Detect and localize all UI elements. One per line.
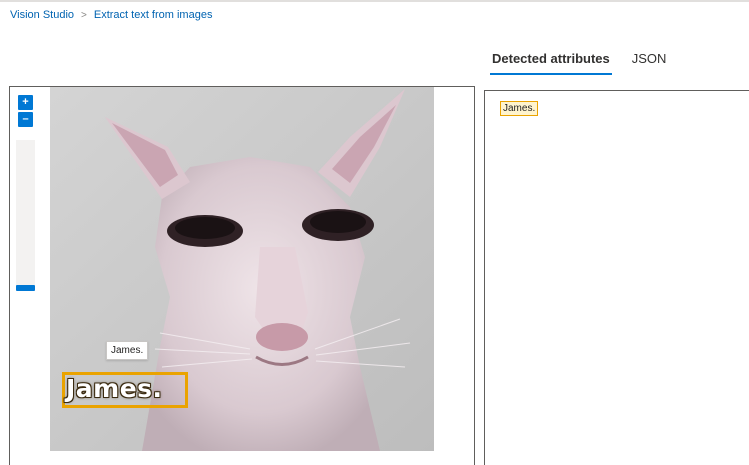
image-viewer: + – James. James. <box>9 86 475 465</box>
zoom-slider-thumb[interactable] <box>16 285 35 291</box>
breadcrumb-vision-studio[interactable]: Vision Studio <box>10 9 74 21</box>
top-border <box>0 0 749 2</box>
tab-json[interactable]: JSON <box>632 51 667 75</box>
breadcrumb-separator: > <box>81 9 87 21</box>
breadcrumb: Vision Studio > Extract text from images <box>10 9 212 21</box>
tab-detected-attributes[interactable]: Detected attributes <box>490 51 612 75</box>
zoom-in-button[interactable]: + <box>18 95 33 110</box>
zoom-out-button[interactable]: – <box>18 112 33 127</box>
detected-attributes-panel: James. <box>484 90 749 465</box>
result-tabs: Detected attributes JSON <box>490 51 666 75</box>
uploaded-image: James. James. <box>50 87 434 451</box>
detected-text-tooltip: James. <box>106 341 149 360</box>
zoom-slider[interactable] <box>16 140 35 291</box>
detected-attribute-tag[interactable]: James. <box>500 101 539 116</box>
image-caption-text: James. <box>66 374 163 403</box>
breadcrumb-extract-text[interactable]: Extract text from images <box>94 9 213 21</box>
